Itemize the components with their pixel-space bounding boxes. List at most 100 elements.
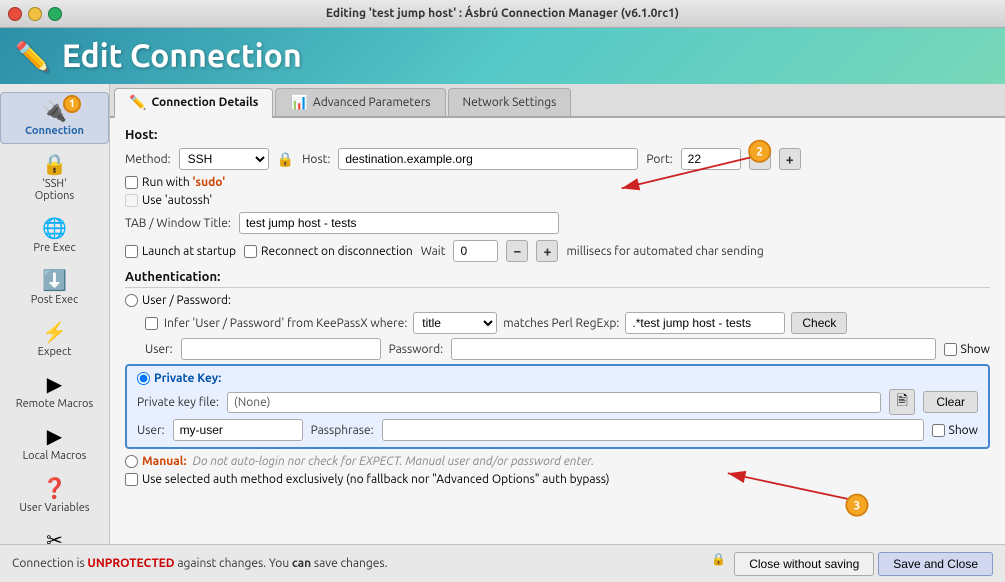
tab-adv-params-label: Advanced Parameters	[313, 96, 431, 109]
status-can: can	[292, 557, 311, 570]
passphrase-input[interactable]	[382, 419, 924, 441]
sudo-text: Run with 'sudo'	[142, 176, 225, 189]
launch-startup-label[interactable]: Launch at startup	[125, 245, 236, 258]
local-macros-icon: ▶	[47, 424, 62, 448]
show-pass-text: Show	[961, 343, 990, 356]
show-phrase-label[interactable]: Show	[932, 424, 978, 437]
method-select[interactable]: SSH	[179, 148, 269, 170]
sudo-highlight: 'sudo'	[192, 176, 225, 189]
reconnect-checkbox[interactable]	[244, 245, 257, 258]
host-input[interactable]	[338, 148, 638, 170]
tab-network-settings[interactable]: Network Settings	[448, 88, 572, 116]
user-pass-text: User / Password:	[142, 294, 231, 307]
sidebar-item-connection[interactable]: 1 🔌 Connection	[0, 92, 109, 144]
main-panel: ✏️ Connection Details 📊 Advanced Paramet…	[110, 84, 1005, 544]
user-vars-icon: ❓	[42, 476, 67, 500]
sidebar-item-expect[interactable]: ⚡ Expect	[0, 314, 109, 364]
remote-macros-icon: ▶	[47, 372, 62, 396]
reconnect-label[interactable]: Reconnect on disconnection	[244, 245, 413, 258]
fallback-checkbox[interactable]	[125, 473, 138, 486]
status-end: save changes.	[314, 557, 388, 570]
passphrase-label: Passphrase:	[311, 424, 374, 437]
wait-decrease-btn[interactable]: −	[506, 240, 528, 262]
sidebar: 1 🔌 Connection 🔒 'SSH'Options 🌐 Pre Exec…	[0, 84, 110, 544]
clear-button[interactable]: Clear	[923, 391, 978, 413]
manual-radio-label[interactable]: Manual:	[125, 455, 187, 468]
bottom-bar: Connection is UNPROTECTED against change…	[0, 544, 1005, 582]
edit-icon: ✏️	[15, 40, 50, 73]
user-input[interactable]	[181, 338, 381, 360]
launch-row: Launch at startup Reconnect on disconnec…	[125, 240, 990, 262]
user-pass-radio-label[interactable]: User / Password:	[125, 294, 231, 307]
window-title-input[interactable]	[239, 212, 559, 234]
wait-input[interactable]	[453, 240, 498, 262]
fallback-row: Use selected auth method exclusively (no…	[125, 473, 990, 486]
infer-checkbox[interactable]	[145, 317, 158, 330]
private-key-radio-label[interactable]: Private Key:	[137, 372, 221, 385]
sudo-checkbox[interactable]	[125, 176, 138, 189]
show-phrase-checkbox[interactable]	[932, 424, 945, 437]
pk-file-label: Private key file:	[137, 396, 219, 409]
close-window-btn[interactable]	[8, 7, 22, 21]
autossh-checkbox[interactable]	[125, 194, 138, 207]
matches-input[interactable]	[625, 312, 785, 334]
window-title: Editing 'test jump host' : Ásbrú Connect…	[326, 7, 679, 20]
infer-field-select[interactable]: title username url	[413, 312, 497, 334]
launch-startup-checkbox[interactable]	[125, 245, 138, 258]
manual-radio[interactable]	[125, 455, 138, 468]
check-button[interactable]: Check	[791, 312, 847, 334]
reconnect-text: Reconnect on disconnection	[261, 245, 413, 258]
autossh-row: Use 'autossh'	[125, 194, 990, 207]
sidebar-item-terminal[interactable]: ✂ Terminal Options	[0, 522, 109, 544]
sidebar-item-remote-macros[interactable]: ▶ Remote Macros	[0, 366, 109, 416]
autossh-checkbox-label[interactable]: Use 'autossh'	[125, 194, 212, 207]
fallback-checkbox-label[interactable]: Use selected auth method exclusively (no…	[125, 473, 610, 486]
sidebar-item-local-macros[interactable]: ▶ Local Macros	[0, 418, 109, 468]
save-close-button[interactable]: Save and Close	[878, 552, 993, 576]
password-label: Password:	[389, 343, 443, 356]
tab-connection-details[interactable]: ✏️ Connection Details	[114, 88, 273, 118]
private-key-text: Private Key:	[154, 372, 221, 385]
title-bar: Editing 'test jump host' : Ásbrú Connect…	[0, 0, 1005, 28]
minimize-btn[interactable]	[28, 7, 42, 21]
host-section-label: Host:	[125, 128, 990, 142]
user-password-row: User / Password:	[125, 294, 990, 307]
window-controls[interactable]	[8, 7, 62, 21]
status-text: Connection is UNPROTECTED against change…	[12, 557, 388, 570]
port-increase-btn[interactable]: +	[779, 148, 801, 170]
sidebar-item-ssh[interactable]: 🔒 'SSH'Options	[0, 146, 109, 208]
close-no-save-button[interactable]: Close without saving	[734, 552, 874, 576]
annotation-1: 1	[63, 95, 81, 113]
pk-file-browse-btn[interactable]: 🖹	[889, 389, 915, 415]
app-header: ✏️ Edit Connection	[0, 28, 1005, 84]
pk-user-label: User:	[137, 424, 165, 437]
host-method-row: Method: SSH 🔒 Host: Port: − +	[125, 148, 990, 170]
sidebar-ssh-label: 'SSH'Options	[35, 178, 74, 202]
port-input[interactable]	[681, 148, 741, 170]
auth-section-label: Authentication:	[125, 270, 990, 288]
tab-network-label: Network Settings	[463, 96, 557, 109]
infer-row: Infer 'User / Password' from KeePassX wh…	[145, 312, 990, 334]
panel-wrapper: 2 3 ✏️ Connection Details 📊 Advanced Par…	[110, 84, 1005, 544]
post-exec-icon: ⬇️	[42, 268, 67, 292]
show-pass-checkbox[interactable]	[944, 343, 957, 356]
sidebar-item-post-exec[interactable]: ⬇️ Post Exec	[0, 262, 109, 312]
tab-conn-details-label: Connection Details	[151, 96, 258, 109]
show-pass-label[interactable]: Show	[944, 343, 990, 356]
wait-increase-btn[interactable]: +	[536, 240, 558, 262]
sidebar-item-user-vars[interactable]: ❓ User Variables	[0, 470, 109, 520]
tabs: ✏️ Connection Details 📊 Advanced Paramet…	[110, 84, 1005, 118]
maximize-btn[interactable]	[48, 7, 62, 21]
sidebar-item-pre-exec[interactable]: 🌐 Pre Exec	[0, 210, 109, 260]
port-decrease-btn[interactable]: −	[749, 148, 771, 170]
password-input[interactable]	[451, 338, 935, 360]
sudo-checkbox-label[interactable]: Run with 'sudo'	[125, 176, 225, 189]
autossh-text: Use 'autossh'	[142, 194, 212, 207]
pk-user-input[interactable]	[173, 419, 303, 441]
user-pass-radio[interactable]	[125, 294, 138, 307]
lock-icon: 🔒	[277, 151, 294, 168]
tab-advanced-parameters[interactable]: 📊 Advanced Parameters	[275, 88, 445, 116]
user-field-row: User: Password: Show	[145, 338, 990, 360]
private-key-radio[interactable]	[137, 372, 150, 385]
user-label: User:	[145, 343, 173, 356]
